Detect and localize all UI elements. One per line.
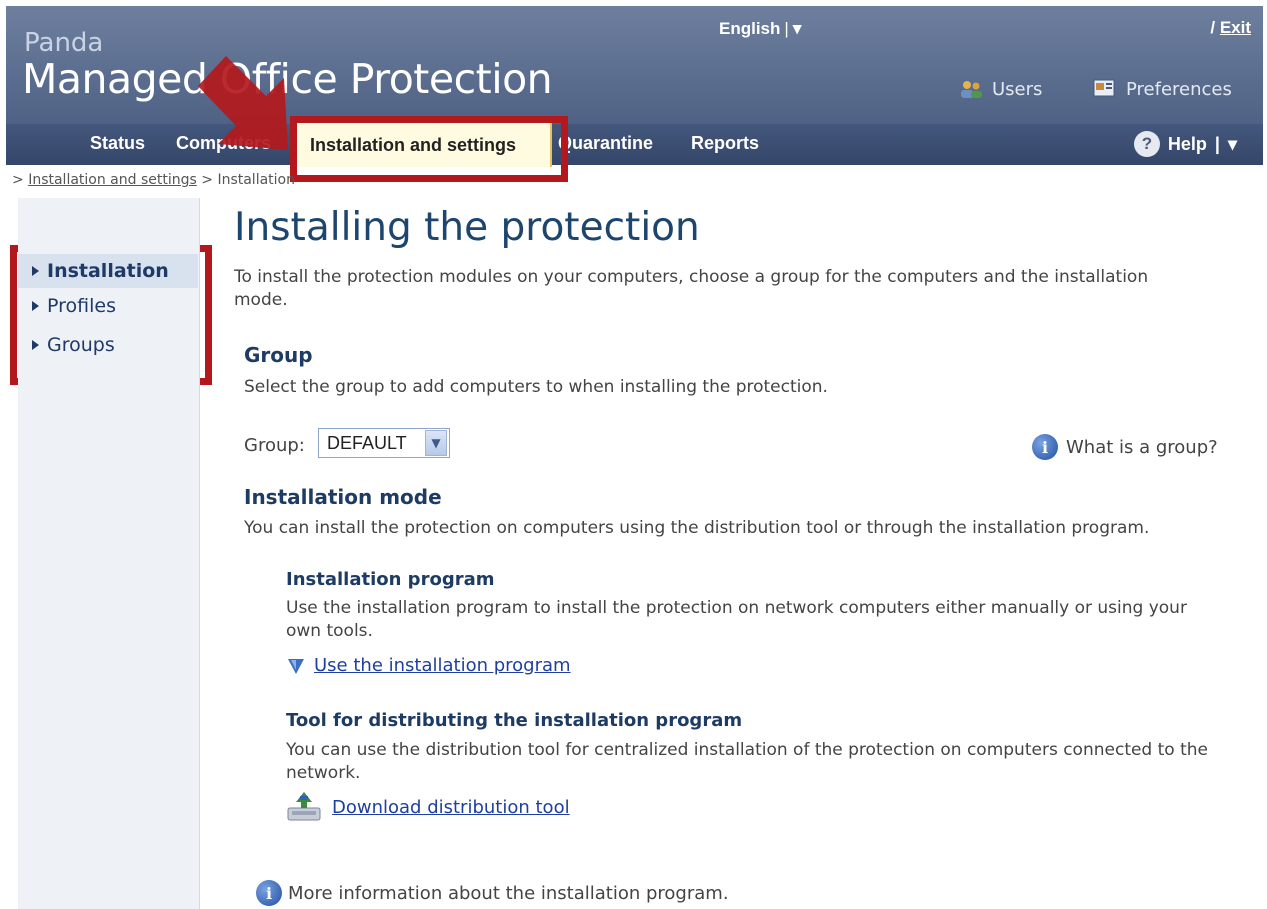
brand-small: Panda [24,28,104,58]
group-heading: Group [244,343,313,367]
info-icon: i [256,880,282,906]
preferences-label: Preferences [1126,78,1232,100]
sidebar-item-label: Installation [47,260,169,282]
installation-program-heading: Installation program [286,569,495,590]
tab-reports[interactable]: Reports [691,133,759,154]
preferences-icon [1093,79,1115,97]
distribution-tool-description: You can use the distribution tool for ce… [286,740,1209,783]
users-label: Users [992,78,1043,100]
group-select[interactable]: DEFAULT ▼ [318,428,450,458]
download-distribution-tool-link[interactable]: Download distribution tool [286,790,570,824]
app-header: Panda Managed Office Protection English |… [6,6,1263,124]
sidebar: Installation Profiles Groups [18,198,200,909]
dropdown-arrow-icon: ▼ [425,430,447,456]
group-description: Select the group to add computers to whe… [244,377,828,397]
help-label: Help [1167,133,1207,154]
exit-link[interactable]: / Exit [1210,18,1251,38]
breadcrumb-separator: > [201,172,213,188]
help-menu[interactable]: ? Help | ▾ [1133,131,1237,157]
distribution-tool-heading: Tool for distributing the installation p… [286,710,743,731]
users-link[interactable]: Users [958,78,1042,100]
highlight-box-tab [290,116,568,182]
annotation-arrow-icon [198,56,288,150]
expand-triangle-icon [32,340,39,350]
main-navigation: Status Computers Quarantine Reports ? He… [6,124,1263,165]
use-installation-program-label: Use the installation program [314,655,571,676]
installation-program-description: Use the installation program to install … [286,598,1187,641]
use-installation-program-link[interactable]: Use the installation program [286,655,571,676]
sidebar-item-label: Groups [47,334,115,356]
breadcrumb-current: Installation [217,172,295,188]
group-select-value: DEFAULT [327,432,407,453]
help-separator: | [1214,133,1220,154]
language-separator: | [784,19,789,38]
preferences-link[interactable]: Preferences [1092,78,1232,100]
users-icon [961,81,982,98]
page-title: Installing the protection [234,205,700,250]
sidebar-item-installation[interactable]: Installation [18,254,198,288]
installation-mode-heading: Installation mode [244,485,442,509]
exit-label: Exit [1219,18,1251,37]
group-label: Group: [244,435,305,456]
tab-quarantine[interactable]: Quarantine [558,133,653,154]
info-icon: i [1032,434,1058,460]
help-icon: ? [1133,131,1160,157]
intro-text: To install the protection modules on you… [234,267,1149,310]
expand-triangle-icon [32,301,39,311]
tab-status[interactable]: Status [90,133,145,154]
installation-mode-description: You can install the protection on comput… [244,518,1150,538]
download-distribution-tool-label: Download distribution tool [332,796,570,818]
download-arrow-icon [288,658,304,674]
language-selector[interactable]: English | ▾ [719,19,801,39]
breadcrumb: > Installation and settings > Installati… [12,172,295,188]
what-is-group-help[interactable]: i What is a group? [1032,434,1218,460]
what-is-group-label: What is a group? [1066,436,1218,458]
breadcrumb-link-installation-settings[interactable]: Installation and settings [28,172,197,188]
sidebar-item-label: Profiles [47,295,116,317]
language-label: English [719,19,781,38]
breadcrumb-prefix: > [12,172,24,188]
sidebar-item-profiles[interactable]: Profiles [18,289,198,323]
chevron-down-icon: ▾ [1227,133,1237,154]
expand-triangle-icon [32,266,39,276]
chevron-down-icon: ▾ [792,19,802,38]
exit-prefix: / [1210,18,1216,37]
sidebar-item-groups[interactable]: Groups [18,328,198,362]
more-info-label: More information about the installation … [288,882,729,904]
download-icon [287,792,321,821]
more-info-link[interactable]: i More information about the installatio… [256,880,729,906]
